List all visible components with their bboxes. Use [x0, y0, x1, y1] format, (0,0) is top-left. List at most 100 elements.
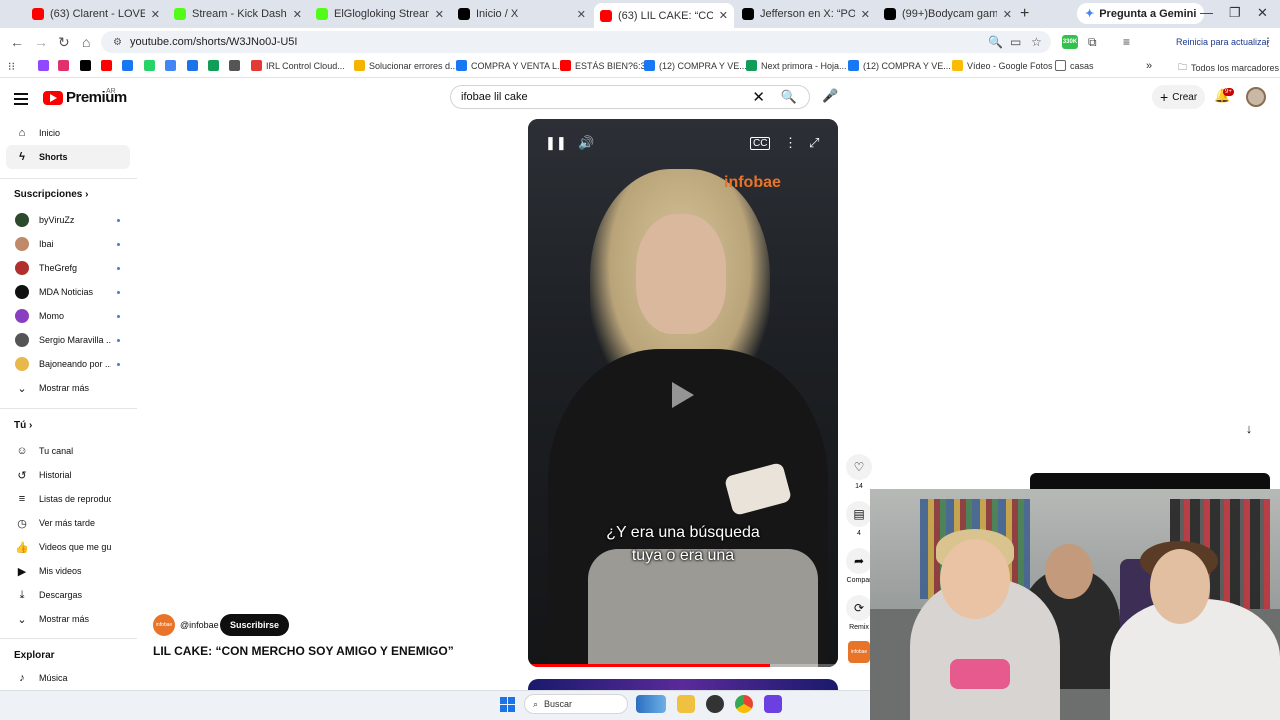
bookmark-item[interactable]: [144, 60, 155, 71]
you-heading[interactable]: Tú ›: [14, 420, 32, 431]
forward-icon[interactable]: →: [34, 34, 48, 50]
subscription-item[interactable]: byViruZz: [6, 208, 130, 232]
bookmark-item[interactable]: [122, 60, 133, 71]
bookmark-star-icon[interactable]: ☆: [1031, 35, 1042, 49]
browser-tab[interactable]: Inicio / X ✕: [452, 3, 592, 25]
progress-bar[interactable]: [528, 664, 838, 667]
subscribe-button[interactable]: Suscribirse: [220, 614, 290, 636]
share-action[interactable]: ➦ Compar: [846, 548, 872, 584]
bookmark-item[interactable]: [80, 60, 91, 71]
address-bar[interactable]: ⚙ youtube.com/shorts/W3JNo0J-U5I: [101, 31, 1051, 53]
bookmark-item[interactable]: (12) COMPRA Y VE...: [848, 60, 951, 71]
fullscreen-icon[interactable]: ⤢: [809, 135, 819, 151]
browser-tab[interactable]: (63) LIL CAKE: “CON MERC ✕: [594, 3, 734, 28]
bookmark-item[interactable]: [58, 60, 69, 71]
comment-action[interactable]: ▤ 4: [846, 501, 872, 537]
tab-close-icon[interactable]: ✕: [577, 8, 586, 21]
tab-close-icon[interactable]: ✕: [435, 8, 444, 21]
extension-badge[interactable]: 330K: [1062, 35, 1078, 49]
home-icon[interactable]: ⌂: [82, 34, 90, 50]
sidebar-item-watch-later[interactable]: ◷ Ver más tarde: [6, 511, 130, 535]
volume-icon[interactable]: 🔊: [578, 135, 594, 151]
sidebar-item-my-videos[interactable]: ▶ Mis videos: [6, 559, 130, 583]
browser-tab[interactable]: ElGlogloking Stream - Wat ✕: [310, 3, 450, 25]
chrome-icon[interactable]: [735, 695, 753, 713]
bookmark-item[interactable]: IRL Control Cloud...: [251, 60, 345, 71]
bookmark-item[interactable]: [208, 60, 219, 71]
maximize-icon[interactable]: ❐: [1229, 5, 1241, 21]
sidebar-item-history[interactable]: ↺ Historial: [6, 463, 130, 487]
app-grid-icon[interactable]: [764, 695, 782, 713]
tab-close-icon[interactable]: ✕: [293, 8, 302, 21]
sidebar-item-shorts[interactable]: ϟ Shorts: [6, 145, 130, 169]
taskbar-widget-icon[interactable]: [636, 695, 666, 713]
show-more-you[interactable]: ⌄ Mostrar más: [6, 607, 130, 631]
tab-close-icon[interactable]: ✕: [1003, 8, 1012, 21]
browser-tab[interactable]: Jefferson en X: “POR LA U ✕: [736, 3, 876, 25]
browser-tab[interactable]: (63) Clarent - LOVE (Video ✕: [26, 3, 166, 25]
windows-start-icon[interactable]: [500, 697, 515, 712]
captions-icon[interactable]: CC: [750, 137, 771, 150]
bookmark-item[interactable]: [101, 60, 112, 71]
reload-icon[interactable]: ↻: [58, 34, 70, 51]
extensions-icon[interactable]: ⧉: [1088, 35, 1097, 50]
obs-icon[interactable]: [706, 695, 724, 713]
tab-close-icon[interactable]: ✕: [151, 8, 160, 21]
sidebar-item-liked[interactable]: 👍 Videos que me gus...: [6, 535, 130, 559]
bookmark-item[interactable]: Solucionar errores d...: [354, 60, 458, 71]
minimize-icon[interactable]: —: [1200, 5, 1213, 20]
sound-thumbnail[interactable]: infobae: [848, 641, 870, 663]
sidebar-item-channel[interactable]: ☺ Tu canal: [6, 439, 130, 463]
bookmark-item[interactable]: ESTÁS BIEN?6:33: [560, 60, 651, 71]
reading-list-icon[interactable]: ≡: [1123, 35, 1130, 49]
account-avatar[interactable]: [1246, 87, 1266, 107]
sidebar-item-inicio[interactable]: ⌂ Inicio: [6, 121, 130, 145]
gemini-button[interactable]: ✦ Pregunta a Gemini: [1077, 3, 1205, 24]
bookmark-item[interactable]: (12) COMPRA Y VE...: [644, 60, 747, 71]
search-input[interactable]: ifobae lil cake ✕ 🔍: [450, 85, 810, 109]
channel-avatar[interactable]: infobae: [153, 614, 175, 636]
cast-icon[interactable]: ▭: [1010, 35, 1021, 49]
shorts-player[interactable]: infobae ❚❚ 🔊 CC ⋮ ⤢ ¿Y era una búsqueda …: [528, 119, 838, 667]
taskbar-search[interactable]: ⌕ Buscar: [524, 694, 628, 714]
tab-close-icon[interactable]: ✕: [719, 9, 728, 22]
new-tab-button[interactable]: +: [1020, 5, 1029, 23]
file-explorer-icon[interactable]: [677, 695, 695, 713]
sidebar-item-playlists[interactable]: ≡ Listas de reproducc...: [6, 487, 130, 511]
remix-action[interactable]: ⟳ Remix: [846, 595, 872, 631]
bookmark-item[interactable]: COMPRA Y VENTA L...: [456, 60, 565, 71]
share-icon[interactable]: ➦: [846, 548, 872, 574]
bookmark-item[interactable]: [38, 60, 49, 71]
bookmark-item[interactable]: [187, 60, 198, 71]
tab-close-icon[interactable]: ✕: [861, 8, 870, 21]
create-button[interactable]: + Crear: [1152, 85, 1206, 109]
sidebar-item-downloads[interactable]: ⤓ Descargas: [6, 583, 130, 607]
subscription-item[interactable]: MDA Noticias: [6, 280, 130, 304]
browser-tab[interactable]: Stream - Kick Dashboard ✕: [168, 3, 308, 25]
more-options-icon[interactable]: ⋮: [784, 135, 797, 151]
subscription-item[interactable]: TheGrefg: [6, 256, 130, 280]
subscriptions-heading[interactable]: Suscripciones ›: [14, 189, 88, 200]
subscription-item[interactable]: Momo: [6, 304, 130, 328]
bookmark-item[interactable]: Next primora - Hoja...: [746, 60, 847, 71]
apps-icon[interactable]: ⁝⁝: [8, 60, 15, 73]
next-short-arrow-icon[interactable]: ↓: [1237, 416, 1261, 440]
site-info-icon[interactable]: ⚙: [113, 37, 122, 48]
center-play-icon[interactable]: [672, 382, 694, 408]
subscription-item[interactable]: Sergio Maravilla ...: [6, 328, 130, 352]
back-icon[interactable]: ←: [10, 34, 24, 50]
subscription-item[interactable]: Ibai: [6, 232, 130, 256]
zoom-icon[interactable]: 🔍: [988, 35, 1003, 49]
pause-icon[interactable]: ❚❚: [545, 135, 567, 151]
channel-handle[interactable]: @infobae: [180, 620, 219, 630]
like-icon[interactable]: ♡: [846, 454, 872, 480]
remix-icon[interactable]: ⟳: [846, 595, 872, 621]
close-window-icon[interactable]: ✕: [1257, 5, 1268, 21]
sidebar-item-music[interactable]: ♪ Música: [6, 666, 130, 690]
search-icon[interactable]: 🔍: [781, 89, 797, 105]
restart-to-update-button[interactable]: Reinicia para actualizar: [1170, 32, 1276, 52]
bookmark-item[interactable]: [229, 60, 240, 71]
all-bookmarks-button[interactable]: 🗀 Todos los marcadores: [1178, 60, 1279, 76]
like-action[interactable]: ♡ 14: [846, 454, 872, 490]
bookmark-item[interactable]: Vídeo - Google Fotos: [952, 60, 1053, 71]
